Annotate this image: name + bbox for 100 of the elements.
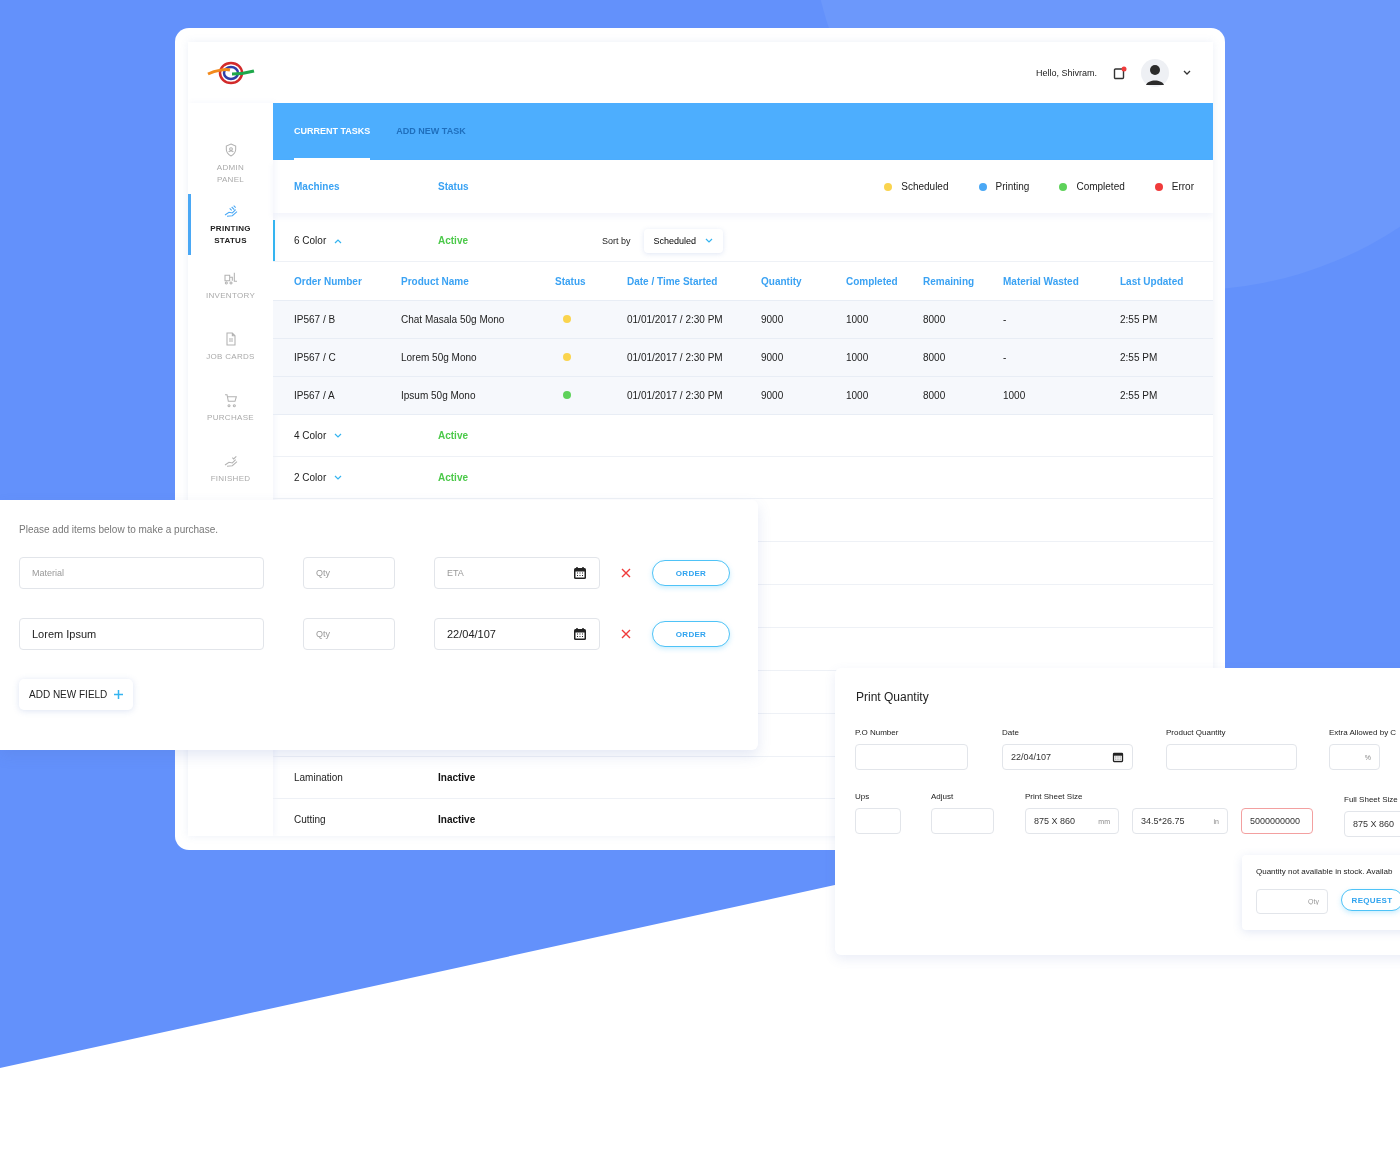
table-cell-text: 9000 xyxy=(761,352,785,363)
cart-icon xyxy=(222,391,239,408)
chevron-down-icon[interactable] xyxy=(1183,69,1191,76)
machine-name: Lamination xyxy=(294,772,343,783)
greeting-text: Hello, Shivram. xyxy=(1035,67,1097,78)
sidebar-item[interactable]: PURCHASE xyxy=(188,377,273,438)
date-field[interactable]: 22/04/107 xyxy=(434,618,600,650)
chevron-icon[interactable] xyxy=(334,474,343,481)
table-cell-text: 8000 xyxy=(923,390,947,401)
avatar-icon[interactable] xyxy=(1141,58,1169,87)
legend-label: Scheduled xyxy=(901,181,949,192)
field-label: Date xyxy=(1002,728,1020,737)
chevron-icon[interactable] xyxy=(334,237,343,244)
order-button[interactable]: ORDER xyxy=(652,621,730,647)
machine-name: 4 Color xyxy=(294,430,327,441)
sidebar-item[interactable]: ADMIN PANEL xyxy=(188,133,273,194)
tab[interactable]: CURRENT TASKS xyxy=(294,103,371,160)
request-button[interactable]: REQUEST xyxy=(1341,889,1400,911)
tab[interactable]: ADD NEW TASK xyxy=(396,103,466,160)
field-label: Ups xyxy=(855,792,871,801)
table-cell-text: 01/01/2017 / 2:30 PM xyxy=(627,352,724,363)
table-cell-text: 1000 xyxy=(846,352,870,363)
sidebar-item[interactable]: INVENTORY xyxy=(188,255,273,316)
column-header: Quantity xyxy=(761,275,803,287)
filter-label[interactable]: Status xyxy=(438,181,582,192)
table-cell-text: 8000 xyxy=(923,352,947,363)
calendar-icon[interactable] xyxy=(1112,751,1124,763)
date-field[interactable]: ETA xyxy=(434,557,600,589)
sheet-count-field[interactable]: 5000000000 xyxy=(1241,808,1313,834)
column-header: Material Wasted xyxy=(1003,275,1080,287)
table-cell-text: 1000 xyxy=(1003,390,1027,401)
close-icon[interactable] xyxy=(621,629,631,639)
machine-name: 6 Color xyxy=(294,235,327,246)
plus-icon xyxy=(114,690,124,699)
machine-status: Active xyxy=(438,472,469,483)
date-field[interactable]: 22/04/107 xyxy=(1002,744,1133,770)
field-label: Print Sheet Size xyxy=(1025,792,1084,801)
machine-status: Active xyxy=(438,430,469,441)
table-cell-text: - xyxy=(1003,352,1008,363)
table-cell-text: 2:55 PM xyxy=(1120,390,1159,401)
full-sheet-field[interactable]: 875 X 860 xyxy=(1344,811,1400,837)
material-field[interactable]: Material xyxy=(19,557,264,589)
table-cell-text: IP567 / B xyxy=(294,314,337,325)
table-cell-text: 01/01/2017 / 2:30 PM xyxy=(627,390,724,401)
qty-field[interactable]: Qty xyxy=(303,557,395,589)
sidebar-item[interactable]: PRINTING STATUS xyxy=(188,194,273,255)
po-number-field[interactable] xyxy=(855,744,968,770)
stock-message: Quantity not available in stock. Availab xyxy=(1256,867,1394,876)
legend-label: Completed xyxy=(1076,181,1125,192)
calendar-icon[interactable] xyxy=(573,627,587,641)
logo-icon xyxy=(207,59,255,86)
sidebar-item[interactable]: FINISHED xyxy=(188,438,273,499)
order-button[interactable]: ORDER xyxy=(652,560,730,586)
close-icon[interactable] xyxy=(621,568,631,578)
adjust-field[interactable] xyxy=(931,808,994,834)
column-header: Status xyxy=(555,275,587,287)
ups-field[interactable] xyxy=(855,808,901,834)
machine-status: Inactive xyxy=(438,814,477,825)
machine-name: 2 Color xyxy=(294,472,327,483)
field-label: P.O Number xyxy=(855,728,900,737)
machine-name: Cutting xyxy=(294,814,326,825)
machine-status: Active xyxy=(438,235,469,246)
material-field[interactable]: Lorem Ipsum xyxy=(19,618,264,650)
qty-field[interactable]: Qty xyxy=(303,618,395,650)
column-header: Remaining xyxy=(923,275,976,287)
sidebar-item[interactable]: JOB CARDS xyxy=(188,316,273,377)
notification-icon[interactable] xyxy=(1113,65,1127,80)
sort-dropdown[interactable]: Scheduled xyxy=(643,228,724,253)
table-cell-text: 1000 xyxy=(846,390,870,401)
table-cell-text: IP567 / C xyxy=(294,352,337,363)
table-cell-text: IP567 / A xyxy=(294,390,336,401)
table-cell-text: 1000 xyxy=(846,314,870,325)
chevron-down-icon xyxy=(705,237,714,244)
field-label: Product Quantity xyxy=(1166,728,1227,737)
column-header: Date / Time Started xyxy=(627,275,719,287)
column-header: Completed xyxy=(846,275,899,287)
table-cell-text: Chat Masala 50g Mono xyxy=(401,314,506,325)
panel-title: Print Quantity xyxy=(856,690,930,704)
table-cell-text: 2:55 PM xyxy=(1120,352,1159,363)
filter-label[interactable]: Machines xyxy=(294,181,438,192)
legend-label: Error xyxy=(1171,181,1194,192)
field-label: Extra Allowed by C xyxy=(1329,728,1397,737)
table-cell-text: 01/01/2017 / 2:30 PM xyxy=(627,314,724,325)
calendar-icon[interactable] xyxy=(573,566,587,580)
machine-status: Inactive xyxy=(438,772,477,783)
field-label: Full Sheet Size xyxy=(1344,795,1399,804)
table-cell-text: 9000 xyxy=(761,390,785,401)
add-field-button[interactable]: ADD NEW FIELD xyxy=(19,679,134,710)
chevron-icon[interactable] xyxy=(334,432,343,439)
product-quantity-field[interactable] xyxy=(1166,744,1297,770)
table-cell-text: 8000 xyxy=(923,314,947,325)
legend-label: Printing xyxy=(995,181,1030,192)
instruction-text: Please add items below to make a purchase. xyxy=(19,524,219,535)
column-header: Product Name xyxy=(401,275,470,287)
field-label: Adjust xyxy=(931,792,955,801)
table-cell-text: Lorem 50g Mono xyxy=(401,352,478,363)
column-header: Order Number xyxy=(294,275,363,287)
table-cell-text: - xyxy=(1003,314,1008,325)
table-cell-text: 2:55 PM xyxy=(1120,314,1159,325)
table-cell-text: Ipsum 50g Mono xyxy=(401,390,477,401)
